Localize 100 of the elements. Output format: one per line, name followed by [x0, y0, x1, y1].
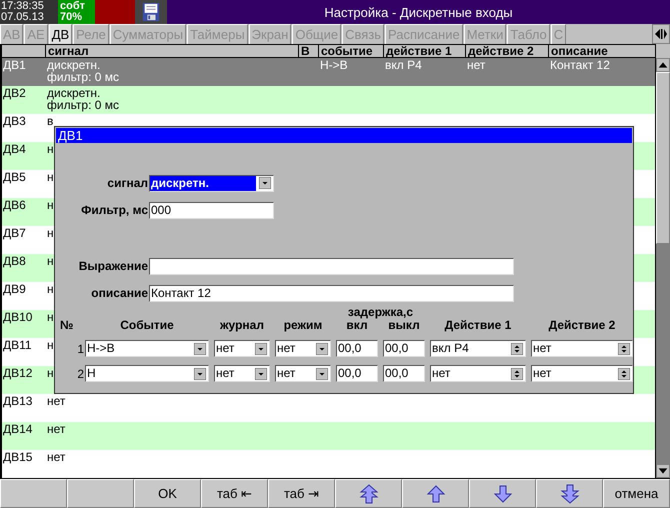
spin-dropdown[interactable]: нет — [430, 365, 526, 382]
column-header: Действие 2 — [548, 319, 616, 332]
dropdown-arrow-icon — [194, 368, 206, 380]
column-header: вкл — [345, 319, 368, 332]
window-title: Настройка - Дискретные входы — [323, 4, 514, 22]
table-cell: нет — [47, 395, 66, 407]
delay-input[interactable]: 00,0 — [383, 365, 425, 382]
toolbar-button[interactable] — [335, 479, 402, 508]
column-header: выкл — [388, 319, 421, 332]
left-right-arrows-icon — [653, 27, 669, 41]
table-cell: н — [47, 283, 54, 295]
description-input[interactable]: Контакт 12 — [149, 284, 514, 302]
time-text: 17:38:35 — [1, 1, 45, 12]
table-cell: Н->В — [320, 58, 348, 72]
table-row[interactable]: ДВ14 нет — [2, 422, 655, 450]
toolbar-button[interactable]: OK — [134, 479, 201, 508]
delay-input[interactable]: 00,0 — [336, 340, 378, 357]
spin-dropdown[interactable]: вкл Р4 — [430, 340, 526, 357]
scrollbar[interactable] — [655, 58, 670, 478]
mode-text: собт — [60, 1, 86, 12]
column-header: Действие 1 — [444, 319, 512, 332]
row-label: ДВ15 — [3, 450, 32, 464]
row-label: ДВ14 — [3, 422, 32, 436]
table-cell: фильтр: 0 мс — [47, 99, 119, 111]
row-label: ДВ6 — [3, 198, 26, 212]
double-down-arrow-icon — [560, 484, 580, 504]
table-cell: Контакт 12 — [550, 58, 610, 72]
table-cell: н — [47, 255, 54, 267]
row-label: ДВ2 — [3, 86, 26, 100]
signal-dropdown[interactable]: дискретн. — [149, 174, 274, 192]
column-header: № — [60, 319, 74, 332]
dropdown-arrow-icon — [316, 342, 328, 354]
date-text: 07.05.13 — [1, 12, 45, 23]
dropdown[interactable]: нет — [214, 365, 270, 382]
tab[interactable]: ДВ — [48, 24, 72, 44]
toolbar-button[interactable]: таб ⇤ — [201, 479, 268, 508]
row-label: ДВ4 — [3, 142, 26, 156]
column-header: событие — [319, 44, 384, 58]
table-row[interactable]: ДВ15 нет — [2, 450, 655, 478]
field-label: описание — [90, 286, 149, 300]
row-label: ДВ1 — [3, 58, 26, 72]
toolbar-button[interactable] — [402, 479, 469, 508]
table-cell: н — [47, 367, 54, 379]
tab-scroll-button[interactable] — [652, 24, 670, 44]
up-down-arrows-icon — [511, 368, 523, 380]
table-cell: н — [47, 311, 54, 323]
dropdown-arrow-icon — [259, 177, 271, 189]
double-up-arrow-icon — [358, 484, 378, 504]
percent-text: 70% — [60, 12, 84, 23]
row-number: 2 — [76, 366, 85, 380]
delay-input[interactable]: 00,0 — [383, 340, 425, 357]
column-header: сигнал — [46, 44, 299, 58]
dropdown[interactable]: нет — [275, 365, 331, 382]
dropdown[interactable]: Н — [85, 365, 209, 382]
row-label: ДВ9 — [3, 282, 26, 296]
dropdown[interactable]: нет — [214, 340, 270, 357]
scroll-thumb[interactable] — [656, 72, 670, 244]
dropdown-arrow-icon — [316, 368, 328, 380]
table-cell: н — [47, 199, 54, 211]
filter-input[interactable]: 000 — [149, 202, 274, 218]
dropdown-arrow-icon — [255, 342, 267, 354]
expression-input[interactable] — [149, 258, 514, 274]
dropdown[interactable]: Н->В — [85, 340, 209, 357]
table-cell: фильтр: 0 мс — [47, 71, 119, 83]
table-cell: н — [47, 171, 54, 183]
column-header: описание — [549, 44, 656, 58]
toolbar-button[interactable] — [469, 479, 536, 508]
up-down-arrows-icon — [618, 368, 630, 380]
column-header: действие 2 — [466, 44, 549, 58]
field-label: Выражение — [78, 259, 149, 273]
row-label: ДВ3 — [3, 114, 26, 128]
table-cell: нет — [47, 423, 66, 435]
table-cell: н — [47, 227, 54, 239]
row-label: ДВ13 — [3, 394, 32, 408]
row-label: ДВ11 — [3, 338, 32, 352]
table-cell: дискретн. — [47, 59, 100, 71]
row-label: ДВ12 — [3, 366, 32, 380]
column-header: Событие — [119, 319, 175, 332]
delay-input[interactable]: 00,0 — [336, 365, 378, 382]
row-label: ДВ8 — [3, 254, 26, 268]
up-arrow-icon — [426, 484, 446, 504]
toolbar-button[interactable]: отмена — [603, 479, 670, 508]
column-header: действие 1 — [384, 44, 466, 58]
table-row[interactable]: ДВ2 дискретн. фильтр: 0 мс — [2, 86, 655, 114]
row-number: 1 — [76, 342, 85, 356]
spin-dropdown[interactable]: нет — [531, 365, 633, 382]
spin-dropdown[interactable]: нет — [531, 340, 633, 357]
table-row[interactable]: ДВ1 дискретн. фильтр: 0 мс Н->В вкл Р4 нет Контакт 12 — [2, 58, 655, 86]
save-icon[interactable] — [142, 2, 160, 22]
dropdown[interactable]: нет — [275, 340, 331, 357]
row-label: ДВ5 — [3, 170, 26, 184]
table-cell: н — [47, 339, 54, 351]
table-row[interactable]: ДВ13 нет — [2, 394, 655, 422]
column-header: режим — [282, 319, 324, 332]
column-header: журнал — [219, 319, 265, 332]
toolbar-button[interactable] — [536, 479, 603, 508]
row-label: ДВ7 — [3, 226, 26, 240]
table-cell: вкл Р4 — [385, 58, 422, 72]
row-label: ДВ10 — [3, 310, 32, 324]
toolbar-button[interactable]: таб ⇥ — [268, 479, 335, 508]
